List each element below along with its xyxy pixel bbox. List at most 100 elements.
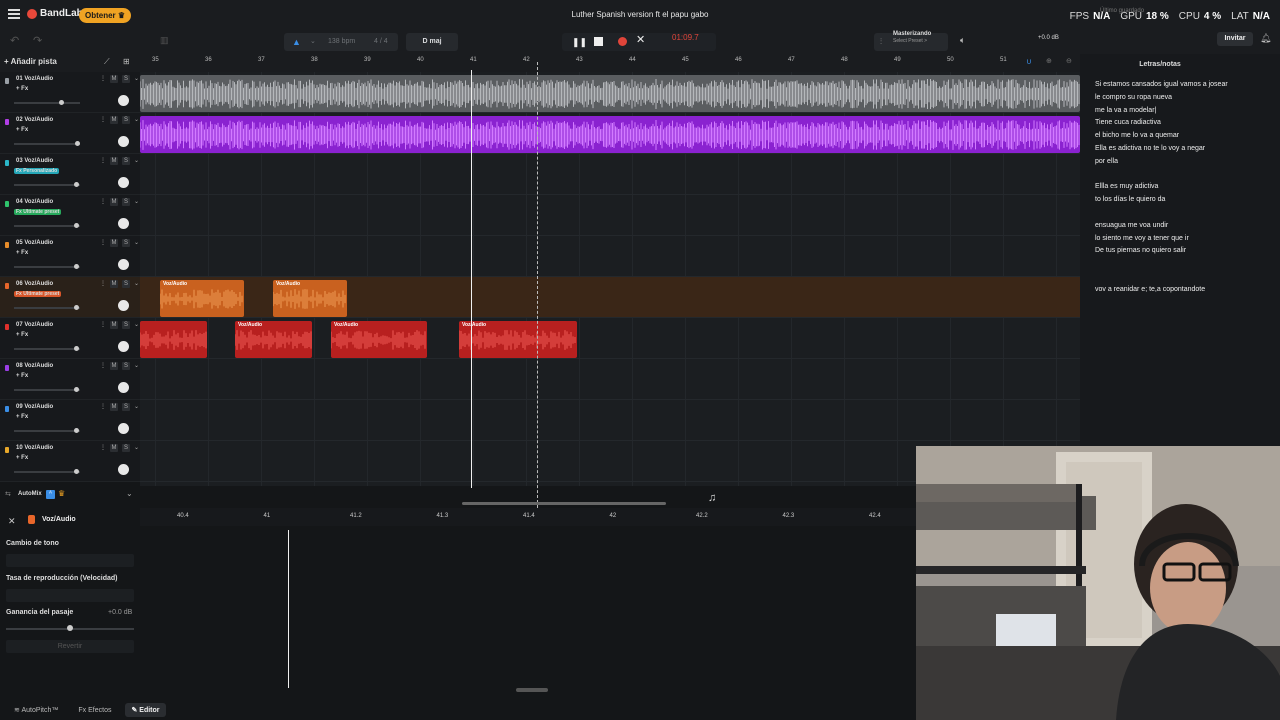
track-fx-button[interactable]: + Fx bbox=[14, 250, 30, 256]
chevron-down-icon[interactable]: ⌄ bbox=[134, 362, 139, 370]
track-volume-slider[interactable] bbox=[14, 305, 80, 310]
track-volume-knob[interactable] bbox=[74, 469, 79, 474]
library-icon[interactable]: ▥ bbox=[160, 35, 172, 47]
track-volume-knob[interactable] bbox=[59, 100, 64, 105]
track-volume-knob[interactable] bbox=[74, 264, 79, 269]
track-volume-slider[interactable] bbox=[14, 182, 80, 187]
time-signature[interactable]: 4 / 4 bbox=[374, 33, 388, 51]
solo-button[interactable]: S bbox=[122, 198, 130, 206]
track-name[interactable]: 04 Voz/Audio bbox=[16, 199, 53, 205]
audio-clip[interactable]: Voz/Audio bbox=[273, 280, 347, 317]
lyric-line[interactable]: Tiene cuca radiactiva bbox=[1095, 119, 1161, 126]
chevron-down-icon[interactable]: ⌄ bbox=[134, 444, 139, 452]
track-name[interactable]: 01 Voz/Audio bbox=[16, 76, 53, 82]
solo-button[interactable]: S bbox=[122, 239, 130, 247]
track-name[interactable]: 02 Voz/Audio bbox=[16, 117, 53, 123]
track-fx-button[interactable]: Fx Ultimate preset bbox=[14, 209, 62, 215]
track-fx-button[interactable]: + Fx bbox=[14, 86, 30, 92]
close-icon[interactable]: ✕ bbox=[636, 31, 645, 49]
track-volume-knob[interactable] bbox=[74, 182, 79, 187]
track-fx-button[interactable]: Fx Personalizado bbox=[14, 168, 60, 174]
track-volume-knob[interactable] bbox=[74, 346, 79, 351]
track-fx-button[interactable]: Fx Ultimate preset bbox=[14, 291, 62, 297]
track-header[interactable]: 06 Voz/Audio Fx Ultimate preset ⋮ M S ⌄ bbox=[0, 277, 140, 318]
record-icon[interactable] bbox=[618, 37, 627, 46]
solo-button[interactable]: S bbox=[122, 321, 130, 329]
automix-label[interactable]: AutoMix bbox=[18, 491, 42, 497]
track-volume-slider[interactable] bbox=[14, 223, 80, 228]
track-volume-knob[interactable] bbox=[74, 387, 79, 392]
track-pan-knob[interactable] bbox=[118, 136, 129, 147]
music-note-icon[interactable]: ♫ bbox=[708, 492, 716, 504]
gain-slider-knob[interactable] bbox=[67, 625, 73, 631]
mute-button[interactable]: M bbox=[110, 239, 118, 247]
track-menu-icon[interactable]: ⋮ bbox=[100, 239, 106, 247]
chevron-down-icon[interactable]: ⌄ bbox=[134, 239, 139, 247]
chevron-down-icon[interactable]: ⌄ bbox=[310, 33, 316, 51]
track-menu-icon[interactable]: ⋮ bbox=[100, 444, 106, 452]
lyric-line[interactable]: Ellla es muy adictiva bbox=[1095, 183, 1158, 190]
track-fx-button[interactable]: + Fx bbox=[14, 373, 30, 379]
track-name[interactable]: 10 Voz/Audio bbox=[16, 445, 53, 451]
audio-clip[interactable]: Voz/Audio bbox=[235, 321, 312, 358]
rate-field[interactable] bbox=[6, 589, 134, 602]
audio-clip[interactable] bbox=[140, 116, 1080, 153]
mute-button[interactable]: M bbox=[110, 403, 118, 411]
track-volume-knob[interactable] bbox=[74, 428, 79, 433]
solo-button[interactable]: S bbox=[122, 157, 130, 165]
track-header[interactable]: 03 Voz/Audio Fx Personalizado ⋮ M S ⌄ bbox=[0, 154, 140, 195]
track-volume-slider[interactable] bbox=[14, 387, 80, 392]
track-menu-icon[interactable]: ⋮ bbox=[100, 403, 106, 411]
timeline-ruler[interactable]: 35 36 37 38 39 40 41 42 43 44 45 46 47 48 49 50 51 ∪ ⊕ ⊖ bbox=[140, 54, 1080, 72]
undo-icon[interactable]: ↶ bbox=[10, 34, 24, 48]
bandlab-logo[interactable]: BandLab bbox=[27, 8, 83, 19]
mastering-preset[interactable]: Select Preset > bbox=[893, 38, 927, 44]
chevron-down-icon[interactable]: ⌄ bbox=[134, 403, 139, 411]
track-volume-slider[interactable] bbox=[14, 141, 80, 146]
chevron-down-icon[interactable]: ⌄ bbox=[134, 280, 139, 288]
editor-scrollbar[interactable] bbox=[516, 688, 548, 692]
hamburger-menu-icon[interactable] bbox=[8, 9, 20, 19]
wand-icon[interactable]: ⟋ bbox=[104, 57, 110, 67]
grid-settings-icon[interactable]: ⊞ bbox=[123, 57, 130, 66]
solo-button[interactable]: S bbox=[122, 362, 130, 370]
add-track-button[interactable]: + Añadir pista bbox=[4, 57, 57, 66]
stop-icon[interactable] bbox=[594, 37, 603, 46]
timeline-scrollbar[interactable] bbox=[462, 502, 666, 505]
track-header[interactable]: 04 Voz/Audio Fx Ultimate preset ⋮ M S ⌄ bbox=[0, 195, 140, 236]
mute-button[interactable]: M bbox=[110, 280, 118, 288]
tab-autopitch[interactable]: ≋ AutoPitch™ bbox=[8, 703, 64, 717]
lyric-line[interactable]: De tus piernas no quiero salir bbox=[1095, 247, 1186, 254]
track-name[interactable]: 05 Voz/Audio bbox=[16, 240, 53, 246]
lyric-line[interactable]: por ella bbox=[1095, 158, 1118, 165]
track-volume-knob[interactable] bbox=[75, 141, 80, 146]
track-volume-slider[interactable] bbox=[14, 264, 80, 269]
lyric-line[interactable]: vov a reanidar e; te,a copontandote bbox=[1095, 286, 1205, 293]
audio-clip[interactable] bbox=[140, 321, 207, 358]
lyric-line[interactable]: el bicho me lo va a quemar bbox=[1095, 132, 1179, 139]
track-volume-knob[interactable] bbox=[74, 305, 79, 310]
track-name[interactable]: 08 Voz/Audio bbox=[16, 363, 53, 369]
track-header[interactable]: 09 Voz/Audio + Fx ⋮ M S ⌄ bbox=[0, 400, 140, 441]
lyric-line[interactable]: Ella es adictiva no te lo voy a negar bbox=[1095, 145, 1205, 152]
track-fx-button[interactable]: + Fx bbox=[14, 332, 30, 338]
lyric-line[interactable]: lo siento me voy a tener que ir bbox=[1095, 235, 1189, 242]
track-menu-icon[interactable]: ⋮ bbox=[100, 280, 106, 288]
audio-clip[interactable] bbox=[140, 75, 1080, 112]
track-header[interactable]: 01 Voz/Audio + Fx ⋮ M S ⌄ bbox=[0, 72, 140, 113]
editor-playhead[interactable] bbox=[288, 530, 289, 688]
track-menu-icon[interactable]: ⋮ bbox=[100, 362, 106, 370]
track-menu-icon[interactable]: ⋮ bbox=[100, 116, 106, 124]
solo-button[interactable]: S bbox=[122, 75, 130, 83]
audio-clip[interactable]: Voz/Audio bbox=[160, 280, 244, 317]
chevron-down-icon[interactable]: ⌄ bbox=[134, 116, 139, 124]
track-lane[interactable] bbox=[140, 154, 1080, 195]
mute-button[interactable]: M bbox=[110, 198, 118, 206]
track-pan-knob[interactable] bbox=[118, 259, 129, 270]
track-pan-knob[interactable] bbox=[118, 341, 129, 352]
track-header[interactable]: 05 Voz/Audio + Fx ⋮ M S ⌄ bbox=[0, 236, 140, 277]
track-volume-slider[interactable] bbox=[14, 346, 80, 351]
track-volume-slider[interactable] bbox=[14, 469, 80, 474]
track-fx-button[interactable]: + Fx bbox=[14, 414, 30, 420]
get-pro-button[interactable]: Obtener ♛ bbox=[79, 8, 132, 23]
